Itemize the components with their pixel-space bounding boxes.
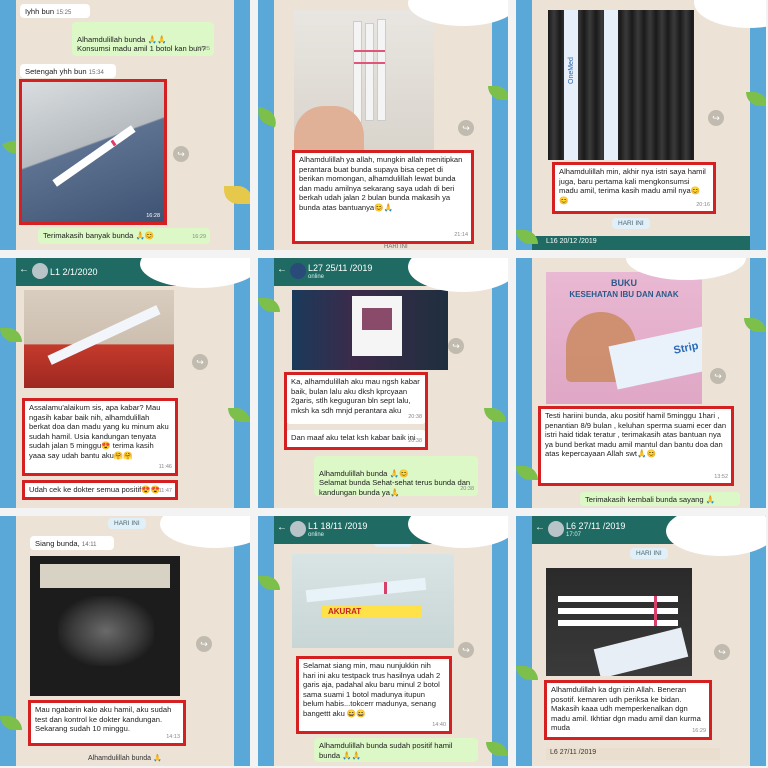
test-strip — [354, 22, 361, 122]
panel-9: HARI INI ↪ Alhamdulillah ka dgn izin All… — [516, 516, 766, 766]
highlight-box — [292, 150, 474, 244]
strip-label: OneMed — [568, 57, 575, 84]
reply-bubble: Alhamdulillah bunda 🙏🙏 Konsumsi madu ami… — [72, 22, 214, 56]
chat-area[interactable]: HARI INI AKURAT ↪ Selamat siang min, mau… — [274, 516, 492, 766]
panel-1: Iyhh bun 15:25 Alhamdulillah bunda 🙏🙏 Ko… — [0, 0, 250, 250]
contact-status: 17:07 — [566, 532, 582, 538]
share-icon[interactable]: ↪ — [708, 110, 724, 126]
test-line — [384, 582, 387, 594]
hand-shape — [294, 106, 364, 150]
chat-area[interactable]: OneMed ↪ Alhamdulillah min, akhir nya is… — [532, 0, 750, 250]
highlight-box — [538, 406, 734, 486]
avatar[interactable] — [548, 521, 564, 537]
chat-area[interactable]: Iyhh bun 15:25 Alhamdulillah bunda 🙏🙏 Ko… — [16, 0, 234, 250]
reply-bubble: Terimakasih banyak bunda 🙏😊 16:29 — [38, 228, 210, 244]
share-icon[interactable]: ↪ — [448, 338, 464, 354]
highlight-box — [552, 162, 716, 214]
test-strip — [558, 608, 678, 614]
contact-name: L6 27/11 /2019 — [566, 521, 626, 531]
test-strip — [564, 10, 578, 160]
chat-area[interactable]: ↪ Alhamdulillah ya allah, mungkin allah … — [274, 0, 492, 250]
panel-6: BUKU KESEHATAN IBU DAN ANAK Strip ↪ Test… — [516, 258, 766, 508]
message-bubble: Siang bunda, 14:11 — [30, 536, 114, 550]
message-bubble: Setengah yhh bun 15:34 — [20, 64, 116, 78]
testpack-photo[interactable] — [546, 568, 692, 676]
test-line — [354, 62, 385, 64]
contact-status: online — [308, 532, 325, 538]
testpack-photo[interactable] — [24, 290, 174, 388]
day-chip: HARI INI — [630, 548, 668, 559]
testpack-photo[interactable]: AKURAT — [292, 554, 454, 648]
share-icon[interactable]: ↪ — [458, 642, 474, 658]
day-chip: HARI INI — [612, 218, 650, 229]
photo-print — [362, 308, 392, 330]
contact-status: online — [308, 274, 325, 280]
testpack-photo[interactable]: OneMed — [548, 10, 694, 160]
avatar[interactable] — [32, 263, 48, 279]
back-arrow-icon[interactable]: ← — [19, 264, 29, 275]
ultrasound-scan — [58, 596, 154, 666]
share-icon[interactable]: ↪ — [710, 368, 726, 384]
chat-area[interactable]: HARI INI Siang bunda, 14:11 ↪ Mau ngabar… — [16, 516, 234, 766]
test-strip — [366, 24, 373, 120]
highlight-box — [296, 656, 452, 734]
chat-area[interactable]: ↪ Assalamu'alaikum sis, apa kabar? Mau n… — [16, 258, 234, 508]
chat-area[interactable]: BUKU KESEHATAN IBU DAN ANAK Strip ↪ Test… — [532, 258, 750, 508]
next-header: L16 20/12 /2019 — [532, 236, 750, 250]
share-icon[interactable]: ↪ — [192, 354, 208, 370]
testpack-photo[interactable] — [294, 10, 434, 150]
avatar[interactable] — [290, 521, 306, 537]
panel-8: HARI INI AKURAT ↪ Selamat siang min, mau… — [258, 516, 508, 766]
ultrasound-photo[interactable] — [30, 556, 180, 696]
test-strip — [558, 596, 678, 602]
share-icon[interactable]: ↪ — [196, 636, 212, 652]
test-strip — [305, 577, 427, 603]
day-footer: HARI INI — [384, 244, 408, 250]
day-footer: Alhamdulillah bunda 🙏 — [88, 755, 162, 762]
highlight-box — [284, 372, 428, 450]
test-strip — [604, 10, 618, 160]
panel-7: HARI INI Siang bunda, 14:11 ↪ Mau ngabar… — [0, 516, 250, 766]
test-strip — [558, 620, 678, 626]
next-header: L6 27/11 /2019 — [546, 748, 720, 760]
contact-name: L1 18/11 /2019 — [308, 521, 368, 531]
book-title-2: KESEHATAN IBU DAN ANAK — [569, 290, 679, 299]
test-line — [354, 50, 385, 52]
test-strip: AKURAT — [322, 606, 422, 618]
highlight-box — [22, 398, 178, 476]
scan-paper — [40, 564, 170, 588]
test-package — [593, 627, 689, 676]
day-chip: HARI INI — [108, 518, 146, 529]
panel-3: OneMed ↪ Alhamdulillah min, akhir nya is… — [516, 0, 766, 250]
test-strip — [378, 20, 385, 120]
testimonial-collage: Iyhh bun 15:25 Alhamdulillah bunda 🙏🙏 Ko… — [0, 0, 768, 768]
contact-name: L1 2/1/2020 — [50, 267, 98, 277]
panel-4: ↪ Assalamu'alaikum sis, apa kabar? Mau n… — [0, 258, 250, 508]
share-icon[interactable]: ↪ — [458, 120, 474, 136]
highlight-box — [28, 700, 186, 746]
highlight-box — [22, 480, 178, 500]
share-icon[interactable]: ↪ — [714, 644, 730, 660]
share-icon[interactable]: ↪ — [173, 146, 189, 162]
chat-area[interactable]: ↪ Ka, alhamdulillah aku mau ngsh kabar b… — [274, 258, 492, 508]
panel-2: ↪ Alhamdulillah ya allah, mungkin allah … — [258, 0, 508, 250]
back-arrow-icon[interactable]: ← — [277, 522, 287, 533]
panel-5: ↪ Ka, alhamdulillah aku mau ngsh kabar b… — [258, 258, 508, 508]
reply-bubble: Terimakasih kembali bunda sayang 🙏 — [580, 492, 740, 506]
back-arrow-icon[interactable]: ← — [277, 264, 287, 275]
contact-name: L27 25/11 /2019 — [308, 263, 373, 273]
book-photo[interactable]: BUKU KESEHATAN IBU DAN ANAK Strip — [546, 272, 702, 404]
highlight-box — [19, 79, 167, 225]
reply-bubble: Alhamdulillah bunda sudah positif hamil … — [314, 738, 478, 762]
test-strip — [47, 305, 161, 365]
avatar[interactable] — [290, 263, 306, 279]
reply-bubble: Alhamdulillah bunda 🙏😊 Selamat bunda Seh… — [314, 456, 478, 497]
test-line — [654, 596, 657, 626]
message-bubble: Iyhh bun 15:25 — [20, 4, 90, 18]
shared-photo[interactable] — [292, 290, 448, 370]
highlight-box — [544, 680, 712, 740]
back-arrow-icon[interactable]: ← — [535, 522, 545, 533]
